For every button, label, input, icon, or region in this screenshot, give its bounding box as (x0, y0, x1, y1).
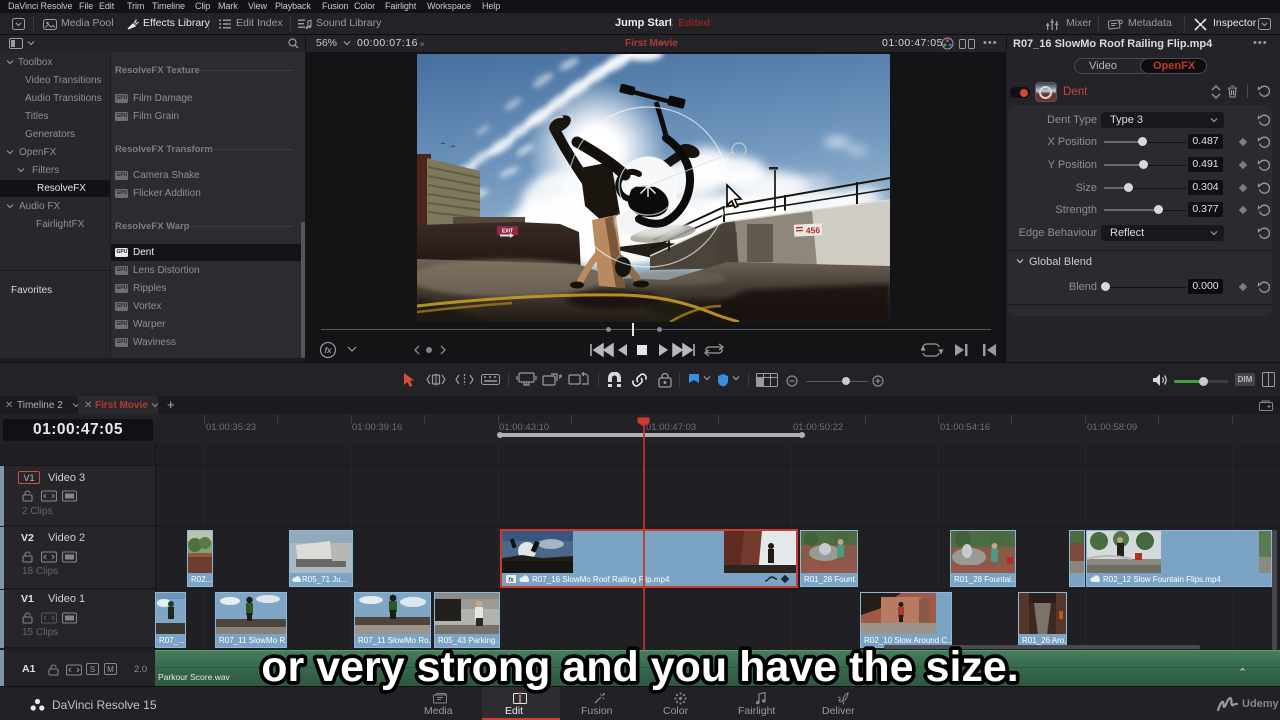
svg-text:fx: fx (508, 577, 514, 583)
svg-text:fx: fx (324, 346, 332, 355)
svg-text:456: 456 (806, 225, 821, 236)
svg-text:EXIT: EXIT (502, 229, 513, 235)
svg-text:or very strong and you have th: or very strong and you have the size. (261, 643, 1019, 691)
